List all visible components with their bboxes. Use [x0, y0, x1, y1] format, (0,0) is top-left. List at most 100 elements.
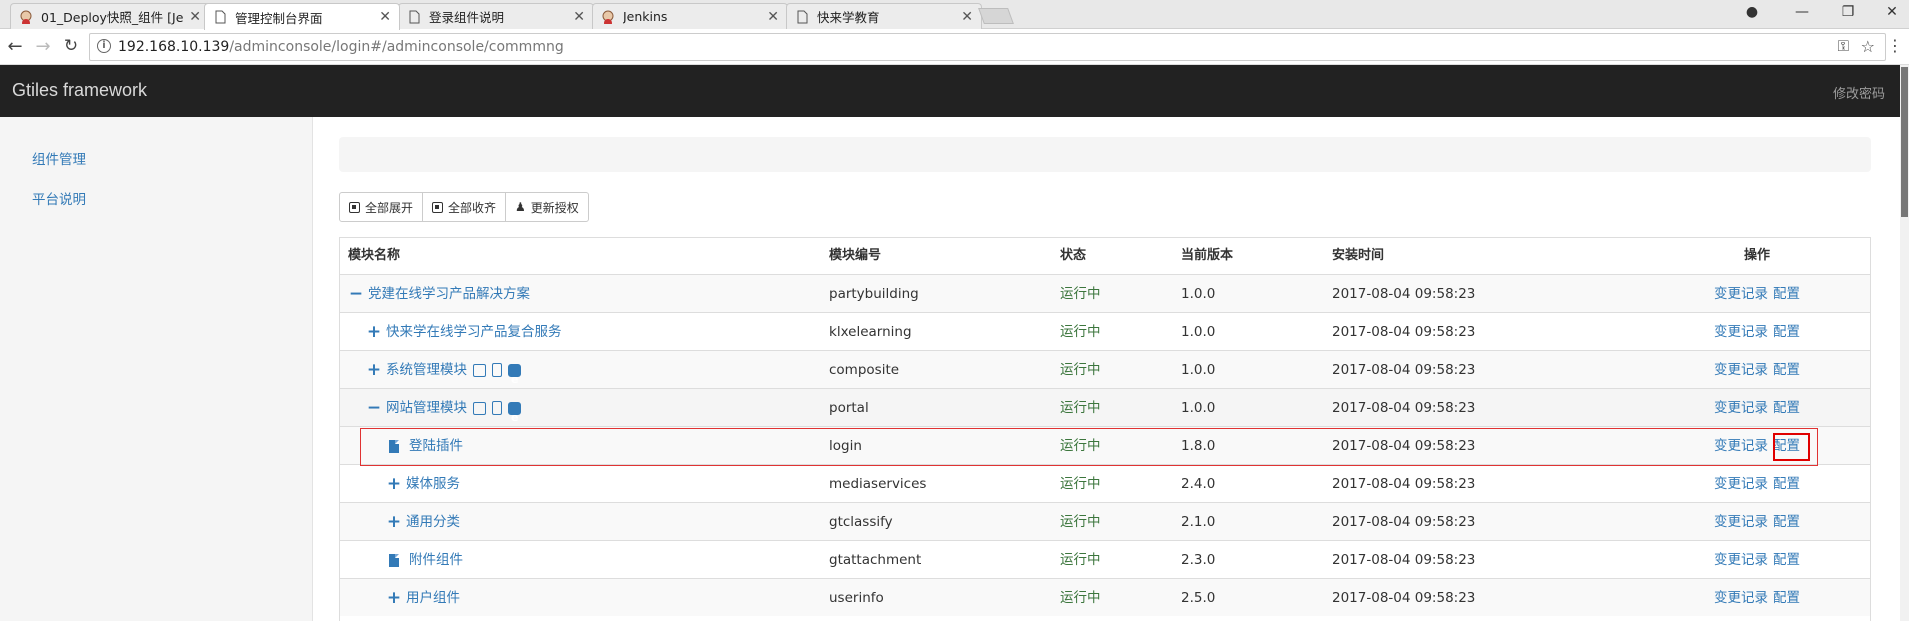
actions-cell: 变更记录 配置	[1714, 427, 1805, 465]
close-icon[interactable]: ✕	[189, 9, 201, 25]
close-icon[interactable]: ✕	[573, 9, 585, 25]
config-link[interactable]: 配置	[1773, 286, 1800, 302]
column-header: 状态	[1060, 248, 1087, 263]
sidebar-item-component-management[interactable]: 组件管理	[32, 148, 86, 168]
desktop-icon	[473, 401, 486, 415]
install-time-cell: 2017-08-04 09:58:23	[1332, 362, 1476, 378]
minimize-icon[interactable]: —	[1790, 4, 1814, 20]
update-license-button[interactable]: ♟ 更新授权	[505, 192, 589, 222]
actions-cell: 变更记录 配置	[1714, 389, 1805, 427]
change-history-link[interactable]: 变更记录	[1714, 438, 1768, 454]
browser-tab-console[interactable]: 管理控制台界面 ✕	[204, 3, 400, 30]
back-icon[interactable]: ←	[3, 36, 27, 57]
config-link[interactable]: 配置	[1773, 590, 1800, 606]
page-icon	[797, 10, 808, 23]
status-cell: 运行中	[1060, 362, 1101, 378]
browser-tab-klx[interactable]: 快来学教育 ✕	[786, 3, 982, 29]
forward-icon[interactable]: →	[31, 36, 55, 57]
table-row[interactable]: + 媒体服务 mediaservices 运行中 2.4.0 2017-08-04 09:…	[340, 464, 1870, 502]
browser-tab-login-doc[interactable]: 登录组件说明 ✕	[398, 3, 594, 29]
change-history-link[interactable]: 变更记录	[1714, 552, 1768, 568]
browser-tab-deploy[interactable]: 01_Deploy快照_组件 [Je ✕	[10, 3, 210, 29]
module-name-link[interactable]: 用户组件	[406, 579, 460, 617]
install-time-cell: 2017-08-04 09:58:23	[1332, 514, 1476, 530]
table-row[interactable]: +系统管理模块 composite 运行中 1.0.0 2017-08-04 09:58…	[340, 350, 1870, 399]
jenkins-icon	[20, 10, 32, 24]
change-history-link[interactable]: 变更记录	[1714, 362, 1768, 378]
close-icon[interactable]: ✕	[767, 9, 779, 25]
config-link[interactable]: 配置	[1773, 324, 1800, 340]
module-name-cell: + 媒体服务	[386, 465, 460, 503]
browser-menu-icon[interactable]: ⋮	[1887, 36, 1903, 55]
module-name-link[interactable]: 通用分类	[406, 503, 460, 541]
change-history-link[interactable]: 变更记录	[1714, 514, 1768, 530]
config-link[interactable]: 配置	[1773, 514, 1800, 530]
collapse-toggle-icon[interactable]: −	[366, 399, 382, 417]
status-cell: 运行中	[1060, 552, 1101, 568]
key-icon[interactable]: ⚿	[1838, 37, 1849, 55]
config-link[interactable]: 配置	[1773, 552, 1800, 568]
url-text[interactable]: 192.168.10.139/adminconsole/login#/admin…	[118, 39, 564, 55]
change-history-link[interactable]: 变更记录	[1714, 476, 1768, 492]
tab-title: 管理控制台界面	[235, 10, 323, 26]
module-name-cell: + 用户组件	[386, 579, 460, 617]
module-name-link[interactable]: 快来学在线学习产品复合服务	[386, 313, 562, 351]
change-history-link[interactable]: 变更记录	[1714, 590, 1768, 606]
install-time-cell: 2017-08-04 09:58:23	[1332, 324, 1476, 340]
info-icon[interactable]: i	[97, 39, 111, 53]
change-history-link[interactable]: 变更记录	[1714, 286, 1768, 302]
brand-title[interactable]: Gtiles framework	[12, 80, 147, 101]
config-link[interactable]: 配置	[1773, 476, 1800, 492]
change-password-link[interactable]: 修改密码	[1833, 83, 1885, 102]
browser-tab-jenkins[interactable]: Jenkins ✕	[592, 3, 788, 29]
table-row[interactable]: + 用户组件 userinfo 运行中 2.5.0 2017-08-04 09:58:23…	[340, 578, 1870, 616]
actions-cell: 变更记录 配置	[1714, 313, 1805, 351]
scrollbar[interactable]	[1900, 65, 1909, 621]
expand-toggle-icon[interactable]: +	[386, 475, 402, 493]
collapse-all-button[interactable]: 全部收齐	[422, 192, 507, 222]
module-name-link[interactable]: 登陆插件	[409, 427, 463, 465]
module-name-link[interactable]: 网站管理模块	[386, 389, 467, 427]
change-history-link[interactable]: 变更记录	[1714, 324, 1768, 340]
module-name-link[interactable]: 媒体服务	[406, 465, 460, 503]
module-name-link[interactable]: 系统管理模块	[386, 351, 467, 389]
bookmark-star-icon[interactable]: ☆	[1861, 37, 1875, 56]
user-icon: ♟	[515, 200, 526, 214]
module-name-cell: 附件组件	[386, 541, 463, 579]
profile-icon[interactable]: ●	[1740, 4, 1764, 20]
scrollbar-thumb[interactable]	[1901, 67, 1908, 217]
table-row[interactable]: −网站管理模块 portal 运行中 1.0.0 2017-08-04 09:58:23…	[340, 388, 1870, 437]
expand-all-button[interactable]: 全部展开	[339, 192, 424, 222]
close-icon[interactable]: ✕	[961, 9, 973, 25]
config-link[interactable]: 配置	[1773, 438, 1800, 454]
table-row[interactable]: + 快来学在线学习产品复合服务 klxelearning 运行中 1.0.0 2017-0…	[340, 312, 1870, 350]
change-history-link[interactable]: 变更记录	[1714, 400, 1768, 416]
module-name-link[interactable]: 党建在线学习产品解决方案	[368, 275, 530, 313]
config-link[interactable]: 配置	[1773, 362, 1800, 378]
sidebar-item-platform-docs[interactable]: 平台说明	[32, 188, 86, 208]
config-link[interactable]: 配置	[1773, 400, 1800, 416]
reload-icon[interactable]: ↻	[59, 36, 83, 56]
module-name-cell: − 网站管理模块	[366, 389, 521, 437]
table-row[interactable]: 附件组件 gtattachment 运行中 2.3.0 2017-08-04 09:58…	[340, 540, 1870, 578]
address-bar[interactable]: i 192.168.10.139/adminconsole/login#/adm…	[89, 33, 1886, 61]
actions-cell: 变更记录 配置	[1714, 579, 1805, 617]
expand-toggle-icon[interactable]: +	[386, 513, 402, 531]
expand-toggle-icon[interactable]: +	[366, 323, 382, 341]
column-header: 当前版本	[1181, 248, 1234, 263]
close-icon[interactable]: ✕	[379, 9, 391, 25]
status-cell: 运行中	[1060, 514, 1101, 530]
collapse-toggle-icon[interactable]: −	[348, 285, 364, 303]
status-cell: 运行中	[1060, 286, 1101, 302]
expand-toggle-icon[interactable]: +	[366, 361, 382, 379]
module-name-link[interactable]: 附件组件	[409, 541, 463, 579]
table-row[interactable]: + 通用分类 gtclassify 运行中 2.1.0 2017-08-04 09:58:…	[340, 502, 1870, 540]
table-row[interactable]: 登陆插件 login 运行中 1.8.0 2017-08-04 09:58:23 变更记录…	[340, 426, 1870, 464]
expand-toggle-icon[interactable]: +	[386, 589, 402, 607]
actions-cell: 变更记录 配置	[1714, 465, 1805, 503]
restore-icon[interactable]: ❐	[1836, 4, 1860, 20]
window-close-icon[interactable]: ✕	[1880, 4, 1904, 20]
table-row[interactable]: − 党建在线学习产品解决方案 partybuilding 运行中 1.0.0 2017-0…	[340, 274, 1870, 312]
actions-cell: 变更记录 配置	[1714, 541, 1805, 579]
new-tab-button[interactable]	[978, 8, 1014, 24]
